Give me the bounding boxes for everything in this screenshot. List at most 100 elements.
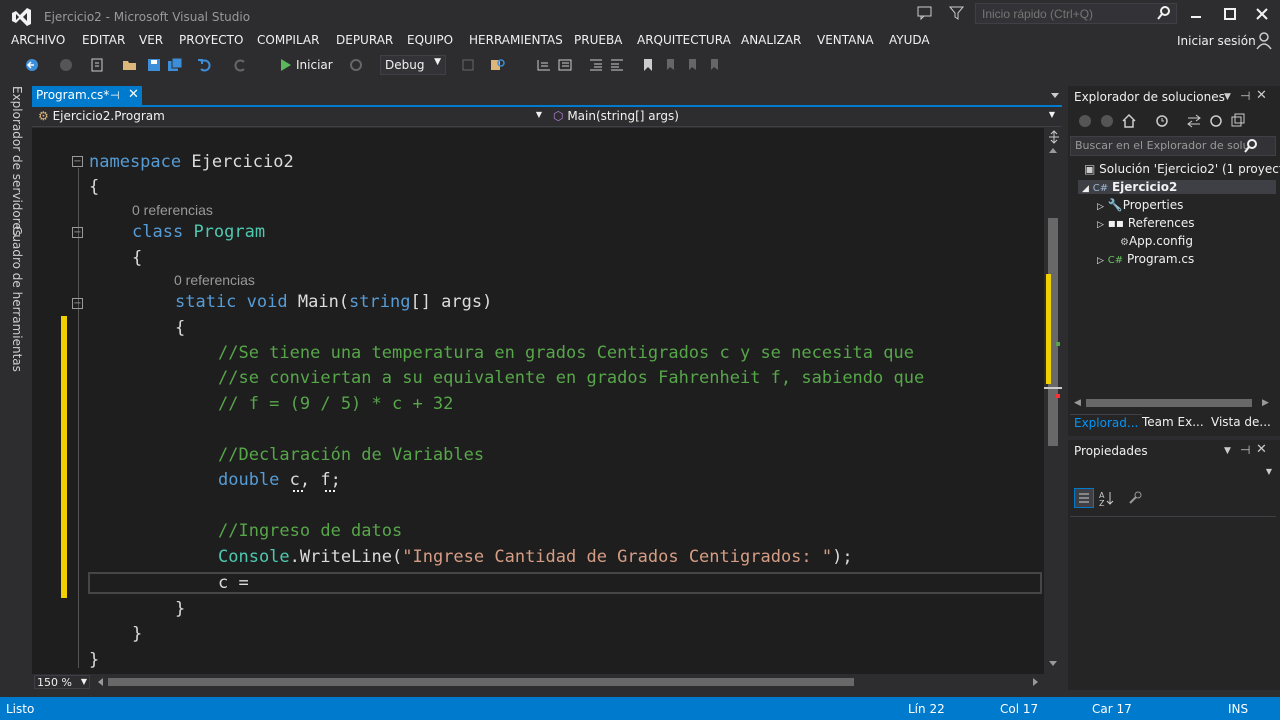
horizontal-scroll-thumb[interactable] bbox=[108, 678, 854, 686]
refresh-icon[interactable] bbox=[1208, 113, 1224, 129]
zoom-select[interactable]: 150 % ▼ bbox=[34, 675, 90, 689]
tree-item-properties[interactable]: ▷ 🔧Properties bbox=[1097, 198, 1183, 212]
navigate-forward-icon[interactable] bbox=[58, 57, 74, 73]
outdent-icon[interactable] bbox=[588, 57, 604, 73]
clear-bookmarks-icon[interactable] bbox=[706, 57, 722, 73]
scroll-right-icon[interactable]: ▶ bbox=[1262, 398, 1269, 408]
method-call: .WriteLine( bbox=[289, 547, 403, 567]
document-list-dropdown-icon[interactable] bbox=[1050, 90, 1060, 100]
user-icon[interactable] bbox=[1256, 32, 1272, 50]
solution-configuration-select[interactable]: Debug ▼ bbox=[380, 55, 446, 75]
menu-prueba[interactable]: PRUEBA bbox=[574, 33, 622, 47]
sync-icon[interactable] bbox=[1186, 113, 1202, 129]
maximize-button[interactable] bbox=[1218, 4, 1242, 24]
menu-herramientas[interactable]: HERRAMIENTAS bbox=[469, 33, 563, 47]
tab-solution-explorer[interactable]: Explorad... bbox=[1070, 414, 1143, 432]
refresh-icon[interactable] bbox=[348, 57, 364, 73]
menu-ayuda[interactable]: AYUDA bbox=[889, 33, 930, 47]
scroll-left-icon[interactable] bbox=[96, 677, 104, 687]
pin-icon[interactable]: ⊣ bbox=[110, 89, 120, 102]
new-project-icon[interactable] bbox=[89, 57, 105, 73]
history-icon[interactable] bbox=[1154, 113, 1170, 129]
tree-item-app-config[interactable]: ⚙App.config bbox=[1120, 234, 1193, 248]
tree-project[interactable]: ◢ C# Ejercicio2 bbox=[1078, 180, 1276, 194]
keyword: namespace bbox=[89, 152, 182, 172]
indent-icon[interactable] bbox=[609, 57, 625, 73]
property-pages-icon[interactable] bbox=[1128, 489, 1144, 505]
menu-editar[interactable]: EDITAR bbox=[82, 33, 125, 47]
redo-icon[interactable] bbox=[232, 57, 248, 73]
close-tab-icon[interactable]: ✕ bbox=[128, 87, 139, 102]
attach-icon[interactable] bbox=[460, 57, 476, 73]
tab-class-view[interactable]: Vista de... bbox=[1207, 414, 1275, 432]
menu-analizar[interactable]: ANALIZAR bbox=[741, 33, 801, 47]
scroll-right-icon[interactable] bbox=[1032, 677, 1040, 687]
server-explorer-tab[interactable]: Explorador de servidores bbox=[10, 86, 24, 236]
minimize-button[interactable] bbox=[1184, 4, 1208, 24]
chevron-down-icon: ▼ bbox=[535, 110, 542, 119]
codelens-references[interactable]: 0 referencias bbox=[174, 272, 255, 288]
code-comment: // f = (9 / 5) * c + 32 bbox=[218, 394, 454, 414]
undo-icon[interactable] bbox=[197, 57, 213, 73]
search-icon[interactable] bbox=[1244, 139, 1258, 153]
fold-method-icon[interactable]: − bbox=[72, 298, 83, 309]
solution-horizontal-scroll-thumb[interactable] bbox=[1086, 399, 1252, 407]
fold-namespace-icon[interactable]: − bbox=[72, 156, 83, 167]
save-all-icon[interactable] bbox=[167, 57, 183, 73]
alphabetical-icon[interactable]: AZ bbox=[1098, 489, 1116, 507]
menu-depurar[interactable]: DEPURAR bbox=[336, 33, 393, 47]
find-in-files-icon[interactable] bbox=[490, 57, 506, 73]
object-select[interactable]: ▼ bbox=[1072, 464, 1276, 482]
menu-compilar[interactable]: COMPILAR bbox=[257, 33, 319, 47]
navigate-back-icon[interactable] bbox=[24, 57, 40, 73]
tree-item-references[interactable]: ▷ ▪▪ References bbox=[1097, 216, 1195, 230]
panel-options-icon[interactable]: ▼ bbox=[1224, 92, 1231, 102]
forward-icon[interactable] bbox=[1100, 114, 1114, 128]
tab-program-cs[interactable]: Program.cs* ⊣ ✕ bbox=[32, 86, 142, 106]
categorized-icon[interactable] bbox=[1074, 488, 1094, 508]
code-editor[interactable]: − − − namespace Ejercicio2 { 0 referenci… bbox=[32, 128, 1044, 674]
type-navigation-dropdown[interactable]: ⚙ Ejercicio2.Program ▼ bbox=[34, 108, 546, 126]
close-window-button[interactable] bbox=[1250, 4, 1274, 24]
close-panel-icon[interactable]: ✕ bbox=[1256, 88, 1267, 103]
status-column: Col 17 bbox=[1000, 702, 1039, 716]
bookmark-icon[interactable] bbox=[640, 57, 656, 73]
scroll-down-icon[interactable] bbox=[1048, 660, 1058, 668]
tree-solution[interactable]: ▣ Solución 'Ejercicio2' (1 proyecto bbox=[1084, 162, 1280, 176]
tab-team-explorer[interactable]: Team Ex... bbox=[1138, 414, 1208, 432]
menu-ventana[interactable]: VENTANA bbox=[817, 33, 874, 47]
fold-class-icon[interactable]: − bbox=[72, 227, 83, 238]
open-file-icon[interactable] bbox=[122, 57, 138, 73]
save-icon[interactable] bbox=[146, 57, 162, 73]
prev-bookmark-icon[interactable] bbox=[662, 57, 678, 73]
step-over-icon[interactable] bbox=[557, 57, 573, 73]
menu-ver[interactable]: VER bbox=[139, 33, 163, 47]
collapse-all-icon[interactable] bbox=[1230, 113, 1246, 129]
scroll-left-icon[interactable]: ◀ bbox=[1074, 398, 1081, 408]
split-window-icon[interactable] bbox=[1047, 130, 1061, 144]
tree-item-program-cs[interactable]: ▷ C# Program.cs bbox=[1097, 252, 1194, 266]
back-icon[interactable] bbox=[1078, 114, 1092, 128]
sign-in-link[interactable]: Iniciar sesión bbox=[1177, 34, 1256, 48]
menu-archivo[interactable]: ARCHIVO bbox=[11, 33, 65, 47]
start-button-label[interactable]: Iniciar bbox=[296, 58, 333, 72]
start-debug-icon[interactable] bbox=[278, 57, 294, 73]
menu-arquitectura[interactable]: ARQUITECTURA bbox=[637, 33, 731, 47]
toolbox-tab[interactable]: Cuadro de herramientas bbox=[10, 226, 24, 372]
next-bookmark-icon[interactable] bbox=[684, 57, 700, 73]
home-icon[interactable] bbox=[1121, 113, 1137, 129]
quick-launch-input[interactable] bbox=[975, 3, 1177, 24]
codelens-references[interactable]: 0 referencias bbox=[132, 202, 213, 218]
search-icon[interactable] bbox=[1157, 6, 1171, 20]
menu-equipo[interactable]: EQUIPO bbox=[407, 33, 453, 47]
member-navigation-dropdown[interactable]: ⬡ Main(string[] args) ▼ bbox=[549, 108, 1059, 126]
feedback-filter-icon[interactable] bbox=[949, 5, 965, 21]
pin-icon[interactable]: ⊣ bbox=[1240, 443, 1250, 457]
step-into-icon[interactable] bbox=[536, 57, 552, 73]
pin-icon[interactable]: ⊣ bbox=[1240, 89, 1250, 103]
menu-proyecto[interactable]: PROYECTO bbox=[179, 33, 243, 47]
panel-options-icon[interactable]: ▼ bbox=[1224, 446, 1231, 456]
scroll-up-icon[interactable] bbox=[1048, 146, 1058, 154]
notifications-icon[interactable] bbox=[917, 5, 933, 21]
close-panel-icon[interactable]: ✕ bbox=[1256, 442, 1267, 457]
